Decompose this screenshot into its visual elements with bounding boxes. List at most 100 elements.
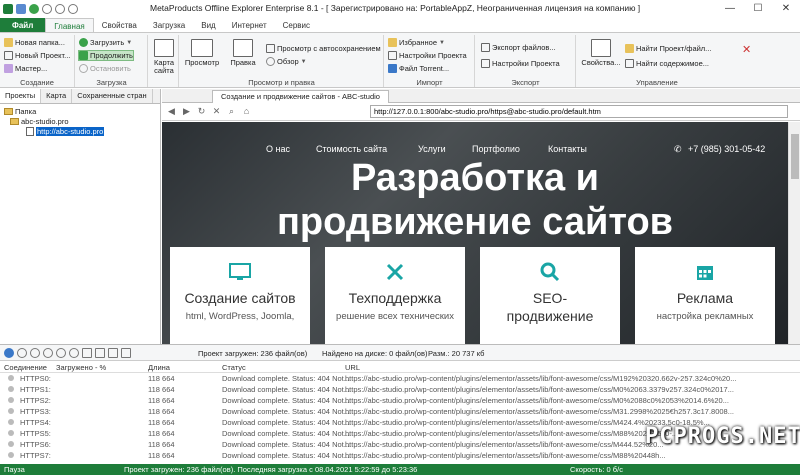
pause-icon[interactable]	[30, 347, 40, 358]
tab-download[interactable]: Загрузка	[145, 18, 193, 33]
continue-button[interactable]: Продолжить	[78, 50, 134, 61]
group-label: Импорт	[416, 78, 443, 87]
found-on-disk-count: Найдено на диске: 0 файл(ов)	[322, 349, 428, 358]
close-button[interactable]: ✕	[772, 0, 800, 17]
col-url[interactable]: URL	[345, 363, 360, 372]
back-icon[interactable]: ◀	[166, 106, 177, 117]
play-icon[interactable]	[43, 347, 53, 358]
autosave-view-button[interactable]: Просмотр с автосохранением	[266, 44, 381, 53]
nav-services[interactable]: Услуги	[418, 144, 446, 154]
scrollbar-thumb[interactable]	[791, 134, 799, 179]
table-row[interactable]: HTTPS3: 118 664 Download complete. Status:…	[0, 406, 800, 417]
nav-about[interactable]: О нас	[266, 144, 290, 154]
stop-icon[interactable]	[56, 347, 66, 358]
app-icon	[3, 3, 13, 14]
nav-contacts[interactable]: Контакты	[548, 144, 587, 154]
tab-service[interactable]: Сервис	[275, 18, 318, 33]
torrent-button[interactable]: Файл Torrent...	[388, 64, 449, 73]
tab-saved-pages[interactable]: Сохраненные стран	[72, 89, 153, 103]
tab-file[interactable]: Файл	[0, 18, 46, 33]
col-status[interactable]: Статус	[222, 363, 246, 372]
skip-icon[interactable]	[69, 347, 79, 358]
tab-home[interactable]: Главная	[45, 18, 94, 33]
status-dot-icon	[8, 430, 14, 436]
load-button[interactable]: Загрузить ▼	[79, 38, 132, 47]
vertical-scrollbar[interactable]	[788, 122, 800, 344]
card-support[interactable]: Техподдержка решение всех технических	[325, 247, 465, 344]
save-icon[interactable]	[16, 3, 26, 14]
address-input[interactable]	[370, 105, 788, 118]
group-manage: Свойства... Найти Проект/файл... Найти с…	[577, 35, 737, 87]
tab-projects[interactable]: Проекты	[0, 89, 42, 103]
search-icon[interactable]: ⌕	[226, 106, 237, 117]
export-settings-button[interactable]: Настройки Проекта	[481, 59, 560, 68]
table-row[interactable]: HTTPS0: 118 664 Download complete. Status:…	[0, 373, 800, 384]
tools-icon	[384, 261, 406, 283]
wizard-button[interactable]: Мастер...	[4, 64, 47, 73]
tree-item-url[interactable]: http://abc-studio.pro	[4, 126, 156, 136]
new-folder-button[interactable]: Новая папка...	[4, 38, 65, 47]
pause-icon[interactable]	[55, 3, 65, 14]
delete-icon[interactable]: ✕	[742, 43, 751, 56]
favorites-button[interactable]: Избранное ▼	[388, 38, 445, 47]
col-loaded-percent[interactable]: Загружено - %	[56, 363, 106, 372]
nav-price[interactable]: Стоимость сайта	[316, 144, 387, 154]
stop-button[interactable]: Остановить	[79, 64, 131, 73]
copy-icon[interactable]	[95, 347, 105, 358]
link-icon[interactable]	[108, 347, 118, 358]
tree-item-project[interactable]: abc-studio.pro	[4, 116, 156, 126]
downloads-table-header: Соединение Загружено - % Длина Статус UR…	[0, 361, 800, 373]
wizard-icon	[4, 64, 13, 73]
col-connection[interactable]: Соединение	[4, 363, 47, 372]
folder-icon	[4, 107, 13, 115]
new-project-button[interactable]: Новый Проект...	[4, 51, 70, 60]
table-row[interactable]: HTTPS2: 118 664 Download complete. Status:…	[0, 395, 800, 406]
export-files-button[interactable]: Экспорт файлов...	[481, 43, 556, 52]
quick-access-toolbar	[0, 3, 78, 14]
forward-icon[interactable]: ▶	[181, 106, 192, 117]
sitemap-button[interactable]: Карта сайта	[152, 39, 176, 75]
monitor-icon	[191, 39, 213, 57]
card-web-dev[interactable]: Создание сайтов html, WordPress, Joomla,	[170, 247, 310, 344]
refresh-icon[interactable]: ↻	[196, 106, 207, 117]
preview-button[interactable]: Просмотр	[184, 39, 220, 67]
clock-icon[interactable]	[17, 347, 27, 358]
card-title: Техподдержка	[348, 290, 442, 306]
star-icon	[388, 38, 397, 47]
tab-internet[interactable]: Интернет	[224, 18, 275, 33]
globe-icon	[266, 57, 275, 66]
refresh-icon[interactable]	[29, 3, 39, 14]
browse-button[interactable]: Обзор ▼	[266, 57, 307, 66]
home-icon[interactable]: ⌂	[241, 106, 252, 117]
properties-button[interactable]: Свойства...	[581, 39, 621, 67]
find-content-button[interactable]: Найти содержимое...	[625, 59, 709, 68]
site-phone: +7 (985) 301-05-42	[688, 144, 766, 154]
project-loaded-count: Проект загружен: 236 файл(ов)	[198, 349, 308, 358]
table-row[interactable]: HTTPS1: 118 664 Download complete. Status:…	[0, 384, 800, 395]
stop-icon[interactable]: ✕	[211, 106, 222, 117]
maximize-button[interactable]: ☐	[744, 0, 772, 17]
tree-item-folder[interactable]: Папка	[4, 106, 156, 116]
table-row[interactable]: HTTPS7: 118 664 Download complete. Status:…	[0, 450, 800, 461]
connections-icon[interactable]	[4, 347, 14, 358]
clock-icon[interactable]	[42, 3, 52, 14]
card-ads[interactable]: Реклама настройка рекламных	[635, 247, 775, 344]
find-project-button[interactable]: Найти Проект/файл...	[625, 44, 711, 53]
list-icon[interactable]	[82, 347, 92, 358]
tab-view[interactable]: Вид	[193, 18, 223, 33]
tab-properties[interactable]: Свойства	[94, 18, 145, 33]
col-length[interactable]: Длина	[148, 363, 170, 372]
group-label: Создание	[20, 78, 54, 87]
browser-tab[interactable]: Создание и продвижение сайтов - ABC-stud…	[212, 90, 389, 103]
page-icon	[26, 126, 34, 136]
import-settings-button[interactable]: Настройки Проекта	[388, 51, 467, 60]
status-project-info: Проект загружен: 236 файл(ов). Последняя…	[124, 465, 418, 474]
tab-map[interactable]: Карта	[41, 89, 73, 103]
minimize-button[interactable]: —	[716, 0, 744, 17]
card-seo[interactable]: SEO- продвижение	[480, 247, 620, 344]
stop-icon[interactable]	[68, 3, 78, 14]
filter-icon[interactable]	[121, 347, 131, 358]
nav-portfolio[interactable]: Портфолио	[472, 144, 520, 154]
edit-button[interactable]: Правка	[230, 39, 256, 67]
card-subtitle: решение всех технических	[336, 311, 454, 322]
